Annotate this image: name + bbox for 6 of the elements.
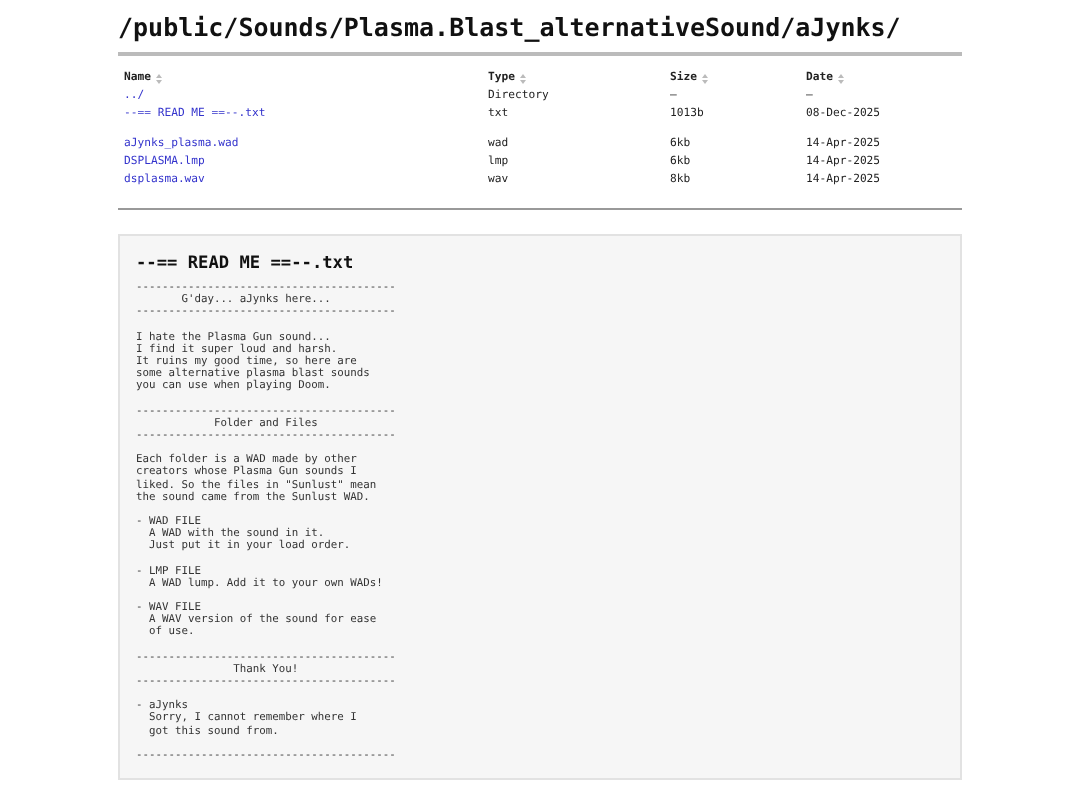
page-title: /public/Sounds/Plasma.Blast_alternativeSound/aJynks/ [118,10,903,44]
readme-title: --== READ ME ==--.txt [136,252,356,276]
sort-icon[interactable] [838,73,845,83]
sort-icon[interactable] [520,73,527,83]
sort-icon[interactable] [156,73,163,83]
sort-icon[interactable] [702,73,709,83]
